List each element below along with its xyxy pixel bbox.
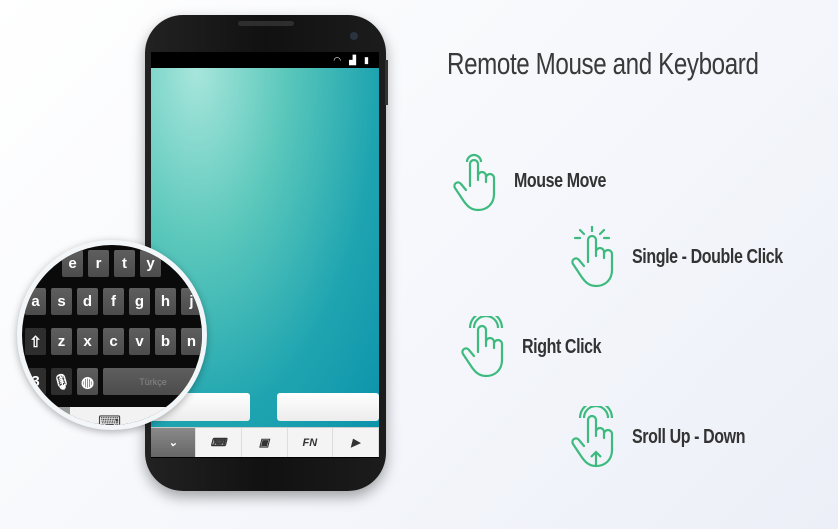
page-title: Remote Mouse and Keyboard [447, 46, 759, 81]
phone-side-button [385, 60, 388, 105]
chevron-down-icon: ⌄ [168, 437, 178, 449]
play-button[interactable]: ▶ [333, 428, 379, 457]
signal-icon: ▟ [349, 54, 357, 65]
symbols-key[interactable]: 3 [25, 368, 46, 395]
hand-scroll-icon [571, 406, 614, 468]
key[interactable]: s [51, 288, 72, 315]
play-icon: ▶ [351, 437, 360, 449]
space-key[interactable]: Türkçe [103, 368, 202, 395]
feature-click: Single - Double Click [570, 226, 820, 288]
card-icon: ▣ [258, 437, 270, 449]
key[interactable]: f [103, 288, 124, 315]
media-button[interactable]: ▣ [242, 428, 288, 457]
feature-mouse-move: Mouse Move [452, 150, 629, 212]
shift-key[interactable]: ⇧ [25, 328, 46, 355]
phone-camera [350, 32, 358, 40]
battery-icon: ▮ [364, 54, 369, 65]
bottom-toolbar: ⌄ ⌨ ▣ FN ▶ [151, 427, 379, 457]
hand-pointer-icon [453, 153, 496, 212]
keyboard-icon: ⌨ [210, 437, 227, 449]
key[interactable]: h [155, 288, 176, 315]
key[interactable]: t [114, 250, 135, 277]
key[interactable]: c [103, 328, 124, 355]
wifi-icon: ◠ [333, 54, 342, 65]
key[interactable]: x [77, 328, 98, 355]
key[interactable]: d [77, 288, 98, 315]
key[interactable]: g [129, 288, 150, 315]
microphone-icon: 🎙 [51, 373, 72, 391]
hand-two-finger-icon [461, 316, 504, 378]
collapse-button[interactable]: ⌄ [151, 428, 196, 457]
key[interactable]: n [181, 328, 202, 355]
phone-screen: ◠ ▟ ▮ ⌄ ⌨ ▣ FN ▶ [151, 52, 379, 458]
shift-icon: ⇧ [29, 333, 42, 351]
key[interactable]: b [155, 328, 176, 355]
right-click-button[interactable] [277, 393, 379, 421]
globe-icon: ◍ [80, 373, 95, 391]
keyboard-button[interactable]: ⌨ [196, 428, 242, 457]
language-key[interactable]: ◍ [77, 368, 98, 395]
microphone-key[interactable]: 🎙 [51, 368, 72, 395]
key[interactable]: r [88, 250, 109, 277]
key[interactable]: j [181, 288, 202, 315]
key[interactable]: z [51, 328, 72, 355]
key[interactable]: v [129, 328, 150, 355]
fn-button[interactable]: FN [288, 428, 334, 457]
key[interactable]: e [62, 250, 83, 277]
key[interactable]: a [25, 288, 46, 315]
status-bar: ◠ ▟ ▮ [151, 52, 379, 68]
key[interactable]: y [140, 250, 161, 277]
phone-speaker [238, 21, 294, 26]
feature-scroll: Sroll Up - Down [570, 406, 773, 468]
feature-right-click: Right Click [460, 316, 621, 378]
keyboard-magnifier: e r t y a s d f g h j ⇧ z x c v b n 3 🎙 … [17, 240, 207, 430]
hand-tap-icon [571, 226, 614, 288]
